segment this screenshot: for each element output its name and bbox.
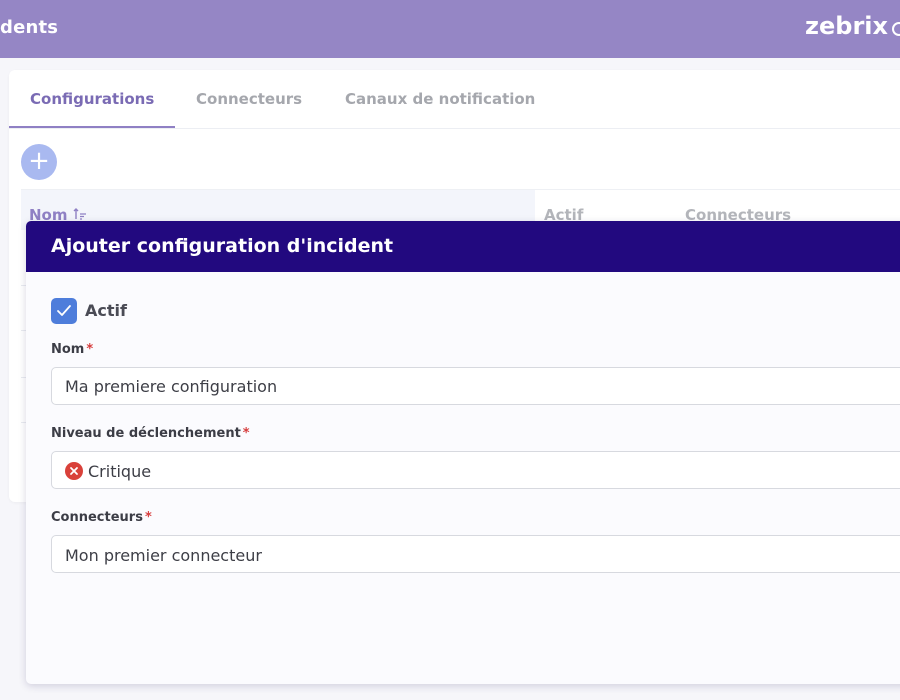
niveau-select[interactable]: Critique	[51, 451, 900, 489]
nom-label: Nom *	[51, 342, 94, 357]
check-icon	[57, 305, 71, 316]
required-marker: *	[242, 426, 250, 441]
modal-header: Ajouter configuration d'incident	[26, 221, 900, 272]
tab-configurations[interactable]: Configurations	[30, 90, 154, 108]
connecteurs-value: Mon premier connecteur	[65, 546, 262, 565]
niveau-label: Niveau de déclenchement *	[51, 426, 250, 441]
connecteurs-select[interactable]: Mon premier connecteur	[51, 535, 900, 573]
modal-title: Ajouter configuration d'incident	[51, 235, 394, 257]
tab-canaux-notification[interactable]: Canaux de notification	[345, 90, 535, 108]
nom-input[interactable]	[65, 377, 865, 396]
brand-logo: zebrix	[805, 12, 888, 40]
add-configuration-modal: Ajouter configuration d'incident Actif N…	[26, 221, 900, 684]
brand-mark-icon	[892, 22, 900, 36]
active-tab-indicator	[9, 126, 175, 128]
connecteurs-label: Connecteurs *	[51, 510, 152, 525]
actif-label: Actif	[85, 301, 127, 320]
add-configuration-button[interactable]: +	[21, 144, 57, 180]
nom-field[interactable]	[51, 367, 900, 405]
plus-icon: +	[28, 146, 50, 176]
critical-icon	[65, 462, 83, 480]
tab-connecteurs[interactable]: Connecteurs	[196, 90, 302, 108]
tab-bar: Configurations Connecteurs Canaux de not…	[9, 70, 900, 129]
sort-ascending-icon	[73, 208, 86, 220]
actif-checkbox[interactable]	[51, 298, 77, 324]
top-bar: dents zebrix	[0, 0, 900, 58]
required-marker: *	[86, 342, 94, 357]
required-marker: *	[144, 510, 152, 525]
page-title: dents	[0, 17, 59, 38]
niveau-value: Critique	[88, 462, 152, 481]
